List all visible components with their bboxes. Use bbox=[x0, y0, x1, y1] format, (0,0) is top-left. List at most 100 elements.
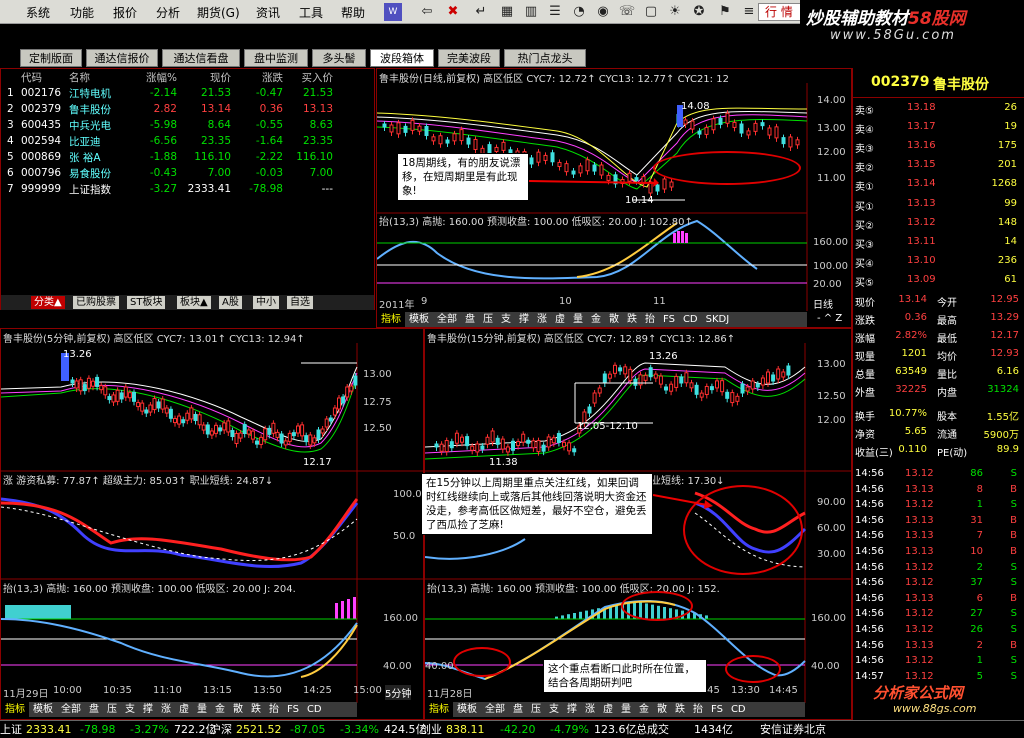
indicator-tab[interactable]: 量 bbox=[617, 702, 635, 717]
table-row[interactable]: 5 000869 张 裕A -1.88 116.10 -2.22 116.10 bbox=[5, 149, 335, 165]
phone-icon[interactable]: ☏ bbox=[618, 3, 636, 21]
col-price[interactable]: 现价 bbox=[179, 69, 233, 85]
col-bid[interactable]: 买入价 bbox=[285, 69, 335, 85]
tab-hot-leader[interactable]: 热门点龙头 bbox=[504, 49, 586, 67]
lines-icon[interactable]: ≡ bbox=[740, 3, 758, 21]
category-tab-1[interactable]: 已购股票 bbox=[73, 296, 119, 309]
back-icon[interactable]: ⇦ bbox=[418, 3, 436, 21]
col-code[interactable]: 代码 bbox=[19, 69, 67, 85]
col-change[interactable]: 涨跌 bbox=[233, 69, 285, 85]
indicator-tab[interactable]: 涨 bbox=[581, 702, 599, 717]
indicator-tab[interactable]: 抬 bbox=[265, 702, 283, 717]
list-icon[interactable]: ☰ bbox=[546, 3, 564, 21]
indicator-tab[interactable]: 指标 bbox=[1, 702, 29, 717]
indicator-tab[interactable]: 指标 bbox=[425, 702, 453, 717]
indicator-tab[interactable]: 支 bbox=[121, 702, 139, 717]
indicator-tab[interactable]: CD bbox=[679, 312, 702, 327]
indicator-tab[interactable]: 虚 bbox=[175, 702, 193, 717]
table-row[interactable]: 3 600435 中兵光电 -5.98 8.64 -0.55 8.63 bbox=[5, 117, 335, 133]
table-row[interactable]: 4 002594 比亚迪 -6.56 23.35 -1.64 23.35 bbox=[5, 133, 335, 149]
indicator-tab[interactable]: FS bbox=[283, 702, 303, 717]
indicator-tab[interactable]: 支 bbox=[545, 702, 563, 717]
indicator-tab[interactable]: 模板 bbox=[405, 312, 433, 327]
indicator-tab[interactable]: 撑 bbox=[515, 312, 533, 327]
category-tab-0[interactable]: 分类▲ bbox=[31, 296, 65, 309]
indicator-tab[interactable]: 模板 bbox=[29, 702, 57, 717]
indicator-tab[interactable]: CD bbox=[727, 702, 750, 717]
indicator-tab[interactable]: 虚 bbox=[599, 702, 617, 717]
menu-tools[interactable]: 工具 bbox=[299, 4, 323, 21]
indicator-tab[interactable]: 全部 bbox=[57, 702, 85, 717]
grid-icon[interactable]: ▦ bbox=[498, 3, 516, 21]
indicator-tab[interactable]: CD bbox=[303, 702, 326, 717]
star-icon[interactable]: ✪ bbox=[690, 3, 708, 21]
indicator-tab[interactable]: 盘 bbox=[85, 702, 103, 717]
menu-quote[interactable]: 报价 bbox=[113, 4, 137, 21]
indicator-tab[interactable]: 虚 bbox=[551, 312, 569, 327]
daily-zoom-controls[interactable]: - ^ Z bbox=[817, 313, 842, 324]
col-change-pct[interactable]: 涨幅% bbox=[131, 69, 179, 85]
eye-icon[interactable]: ◉ bbox=[594, 3, 612, 21]
indicator-tab[interactable]: 压 bbox=[527, 702, 545, 717]
indicator-tab[interactable]: 盘 bbox=[461, 312, 479, 327]
menu-help[interactable]: 帮助 bbox=[341, 4, 365, 21]
indicator-tab[interactable]: 涨 bbox=[157, 702, 175, 717]
table-row[interactable]: 1 002176 江特电机 -2.14 21.53 -0.47 21.53 bbox=[5, 85, 335, 101]
indicator-tab[interactable]: 量 bbox=[193, 702, 211, 717]
table-row[interactable]: 2 002379 鲁丰股份 2.82 13.14 0.36 13.13 bbox=[5, 101, 335, 117]
tab-monitor[interactable]: 盘中监测 bbox=[244, 49, 308, 67]
tab-tdx-watch[interactable]: 通达信看盘 bbox=[162, 49, 240, 67]
indicator-tab[interactable]: 涨 bbox=[533, 312, 551, 327]
indicator-tab[interactable]: 抬 bbox=[689, 702, 707, 717]
indicator-tab[interactable]: 压 bbox=[103, 702, 121, 717]
chart-icon[interactable]: ▥ bbox=[522, 3, 540, 21]
window-icon[interactable]: ▢ bbox=[642, 3, 660, 21]
return-icon[interactable]: ↵ bbox=[472, 3, 490, 21]
tab-custom[interactable]: 定制版面 bbox=[20, 49, 82, 67]
tab-bull[interactable]: 多头髻 bbox=[312, 49, 366, 67]
category-tab-2[interactable]: ST板块 bbox=[127, 296, 166, 309]
indicator-tab[interactable]: 跌 bbox=[623, 312, 641, 327]
indicator-tab[interactable]: FS bbox=[659, 312, 679, 327]
menu-info[interactable]: 资讯 bbox=[256, 4, 280, 21]
search-box[interactable]: 行 情 bbox=[758, 3, 802, 21]
indicator-tab[interactable]: 金 bbox=[211, 702, 229, 717]
indicator-tab[interactable]: 量 bbox=[569, 312, 587, 327]
bulb-icon[interactable]: ☀ bbox=[666, 3, 684, 21]
indicator-tab[interactable]: 全部 bbox=[433, 312, 461, 327]
tab-tdx-quote[interactable]: 通达信报价 bbox=[86, 49, 158, 67]
category-tab-6[interactable]: 自选 bbox=[287, 296, 313, 309]
indicator-tab[interactable]: 压 bbox=[479, 312, 497, 327]
menu-function[interactable]: 功能 bbox=[70, 4, 94, 21]
table-row[interactable]: 7 999999 上证指数 -3.27 2333.41 -78.98 --- bbox=[5, 181, 335, 197]
menu-futures[interactable]: 期货(G) bbox=[197, 4, 240, 21]
category-tab-3[interactable]: 板块▲ bbox=[177, 296, 211, 309]
tab-band-box[interactable]: 波段箱体 bbox=[370, 49, 434, 67]
indicator-tab[interactable]: 散 bbox=[653, 702, 671, 717]
menu-system[interactable]: 系统 bbox=[26, 4, 50, 21]
indicator-tab[interactable]: 指标 bbox=[377, 312, 405, 327]
indicator-tab[interactable]: 全部 bbox=[481, 702, 509, 717]
indicator-tab[interactable]: 跌 bbox=[247, 702, 265, 717]
indicator-tab[interactable]: 散 bbox=[605, 312, 623, 327]
indicator-tab[interactable]: 支 bbox=[497, 312, 515, 327]
category-tab-4[interactable]: A股 bbox=[219, 296, 242, 309]
table-row[interactable]: 6 000796 易食股份 -0.43 7.00 -0.03 7.00 bbox=[5, 165, 335, 181]
daily-period[interactable]: 日线 bbox=[813, 296, 833, 311]
indicator-tab[interactable]: FS bbox=[707, 702, 727, 717]
menu-analysis[interactable]: 分析 bbox=[156, 4, 180, 21]
col-name[interactable]: 名称 bbox=[67, 69, 131, 85]
indicator-tab[interactable]: SKDJ bbox=[702, 312, 734, 327]
flag-icon[interactable]: ⚑ bbox=[716, 3, 734, 21]
indicator-tab[interactable]: 金 bbox=[635, 702, 653, 717]
indicator-tab[interactable]: 跌 bbox=[671, 702, 689, 717]
close-icon[interactable]: ✖ bbox=[444, 3, 462, 21]
indicator-tab[interactable]: 散 bbox=[229, 702, 247, 717]
indicator-tab[interactable]: 抬 bbox=[641, 312, 659, 327]
indicator-tab[interactable]: 撑 bbox=[563, 702, 581, 717]
indicator-tab[interactable]: 模板 bbox=[453, 702, 481, 717]
indicator-tab[interactable]: 撑 bbox=[139, 702, 157, 717]
pie-icon[interactable]: ◔ bbox=[570, 3, 588, 21]
indicator-tab[interactable]: 金 bbox=[587, 312, 605, 327]
m5-period[interactable]: 5分钟 bbox=[385, 685, 412, 700]
